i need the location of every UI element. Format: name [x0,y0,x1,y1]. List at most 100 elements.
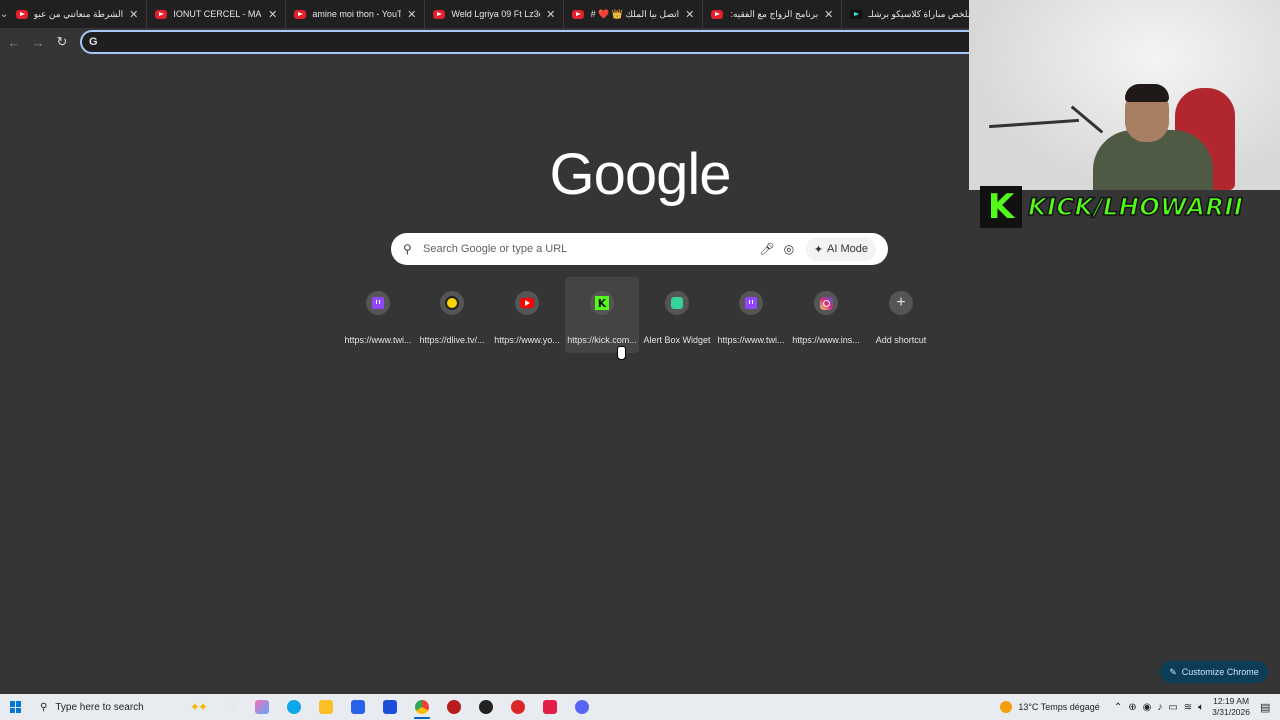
system-tray: 13°C Temps dégagé ⌃ ⊕ ◉ ♪ ▭ ≋ 🔈︎ 12:19 A… [1000,694,1280,720]
tab-title: amine moi thon - YouTube [312,9,402,19]
add-shortcut-button[interactable]: + Add shortcut [864,277,938,353]
twitch-icon [372,297,384,309]
store-button[interactable] [342,694,374,720]
youtube-icon [16,9,29,19]
shortcut-twitch-2[interactable]: https://www.twi... [714,277,788,353]
start-button[interactable] [0,694,32,720]
task-view-button[interactable]: ⧉ [214,694,246,720]
shortcut-label: https://www.yo... [494,335,560,345]
back-button[interactable]: ← [2,30,26,54]
kick-icon: K [595,296,609,310]
youtube-icon [572,9,585,19]
shortcut-twitch[interactable]: https://www.twi... [341,277,415,353]
wifi-icon[interactable]: ≋ [1184,702,1192,713]
microphone-icon[interactable]: 🎤︎ [756,238,778,260]
shortcut-label: https://www.ins... [792,335,860,345]
arrow-right-icon: → [31,34,45,50]
shortcut-label: https://www.twi... [344,335,412,345]
app-button[interactable] [502,694,534,720]
chrome-button[interactable] [406,694,438,720]
clock[interactable]: 12:19 AM 3/31/2026 [1212,696,1250,718]
weather-widget[interactable]: 13°C Temps dégagé [1000,701,1100,713]
tab-title: IONUT CERCEL - MADE IN [173,9,262,19]
screen: ⌄ الشرطة منعاتني من عبور الـ ✕ IONUT CER… [0,0,1280,720]
chrome-icon [415,700,429,714]
notification-icon[interactable]: ▤ [1260,701,1280,714]
close-icon[interactable]: ✕ [546,8,555,21]
taskbar-search[interactable]: ⚲ Type here to search ✦✦ [32,694,214,720]
obs-icon [479,700,493,714]
reload-button[interactable]: ↻ [50,30,74,54]
plus-icon: + [896,294,906,311]
red-app-icon [511,700,525,714]
folder-icon [319,700,333,714]
search-highlight-icon: ✦✦ [189,700,208,714]
lens-icon[interactable]: ◎ [778,238,800,260]
shortcut-label: https://dlive.tv/... [419,335,485,345]
youtube-icon [520,298,534,308]
tab-title: اتصل بيا الملك 👑 ❤️ #الـ [590,8,680,19]
tab-5[interactable]: اتصل بيا الملك 👑 ❤️ #الـ ✕ [564,0,704,28]
kick-channel-name: KICK/LHOWARII [1027,192,1244,222]
search-box[interactable]: ⚲ 🎤︎ ◎ ✦ AI Mode [391,233,888,265]
tab-6[interactable]: برنامج الزواج مع الفقيه: رحلـ ✕ [703,0,843,28]
task-view-icon: ⧉ [226,700,234,713]
shortcuts-grid: https://www.twi... https://dlive.tv/... … [341,277,941,353]
customize-chrome-button[interactable]: ✎ Customize Chrome [1160,661,1268,683]
shortcut-alert-box[interactable]: Alert Box Widget [640,277,714,353]
twitch-icon [745,297,757,309]
close-icon[interactable]: ✕ [824,8,833,21]
kick-logo-icon: K [980,186,1022,228]
ai-mode-button[interactable]: ✦ AI Mode [805,237,876,261]
tab-title: الشرطة منعاتني من عبور الـ [34,8,124,19]
youtube-icon [711,9,724,19]
tab-title: ملخص مباراة كلاسيكو برشلـ [868,8,973,19]
arrow-left-icon: ← [7,34,21,50]
microphone-icon[interactable]: ♪ [1157,702,1162,713]
shortcut-label: Add shortcut [875,335,927,345]
store-icon [351,700,365,714]
edge-button[interactable] [278,694,310,720]
close-icon[interactable]: ✕ [407,8,416,21]
tab-search-button[interactable]: ⌄ [0,0,8,28]
address-input[interactable] [105,35,978,49]
tab-title: Weld Lgriya 09 Ft Lz3er, G [451,9,540,19]
search-input[interactable] [423,243,756,255]
app-button[interactable] [438,694,470,720]
network-icon[interactable]: ⊕ [1128,702,1136,713]
close-icon[interactable]: ✕ [268,8,277,21]
dlive-icon [445,296,459,310]
shortcut-youtube[interactable]: https://www.yo... [490,277,564,353]
chevron-up-icon[interactable]: ⌃ [1114,702,1122,713]
moon-icon [1000,701,1013,713]
address-bar[interactable]: G [80,30,980,54]
volume-icon[interactable]: 🔈︎ [1198,702,1204,713]
copilot-icon [255,700,269,714]
security-icon[interactable]: ◉ [1143,702,1152,713]
youtube-icon [294,9,307,19]
kick-channel-overlay: K KICK/LHOWARII [980,184,1270,230]
tab-title: برنامج الزواج مع الفقيه: رحلـ [729,8,819,19]
shortcut-dlive[interactable]: https://dlive.tv/... [415,277,489,353]
shortcut-kick[interactable]: K https://kick.com... [565,277,639,353]
tab-2[interactable]: IONUT CERCEL - MADE IN ✕ [147,0,287,28]
display-icon[interactable]: ▭ [1168,702,1177,713]
tab-7[interactable]: ملخص مباراة كلاسيكو برشلـ [842,0,980,28]
tab-3[interactable]: amine moi thon - YouTube ✕ [286,0,426,28]
app-button[interactable] [470,694,502,720]
mail-button[interactable] [374,694,406,720]
shortcut-label: https://www.twi... [717,335,785,345]
forward-button[interactable]: → [26,30,50,54]
close-icon[interactable]: ✕ [685,8,694,21]
copilot-button[interactable] [246,694,278,720]
youtube-icon [155,9,168,19]
app-button[interactable] [534,694,566,720]
clock-time: 12:19 AM [1213,696,1250,706]
tab-4[interactable]: Weld Lgriya 09 Ft Lz3er, G ✕ [425,0,565,28]
discord-button[interactable] [566,694,598,720]
tiktok-icon [850,9,863,19]
close-icon[interactable]: ✕ [129,8,138,21]
file-explorer-button[interactable] [310,694,342,720]
shortcut-instagram[interactable]: https://www.ins... [789,277,863,353]
tab-1[interactable]: الشرطة منعاتني من عبور الـ ✕ [8,0,148,28]
